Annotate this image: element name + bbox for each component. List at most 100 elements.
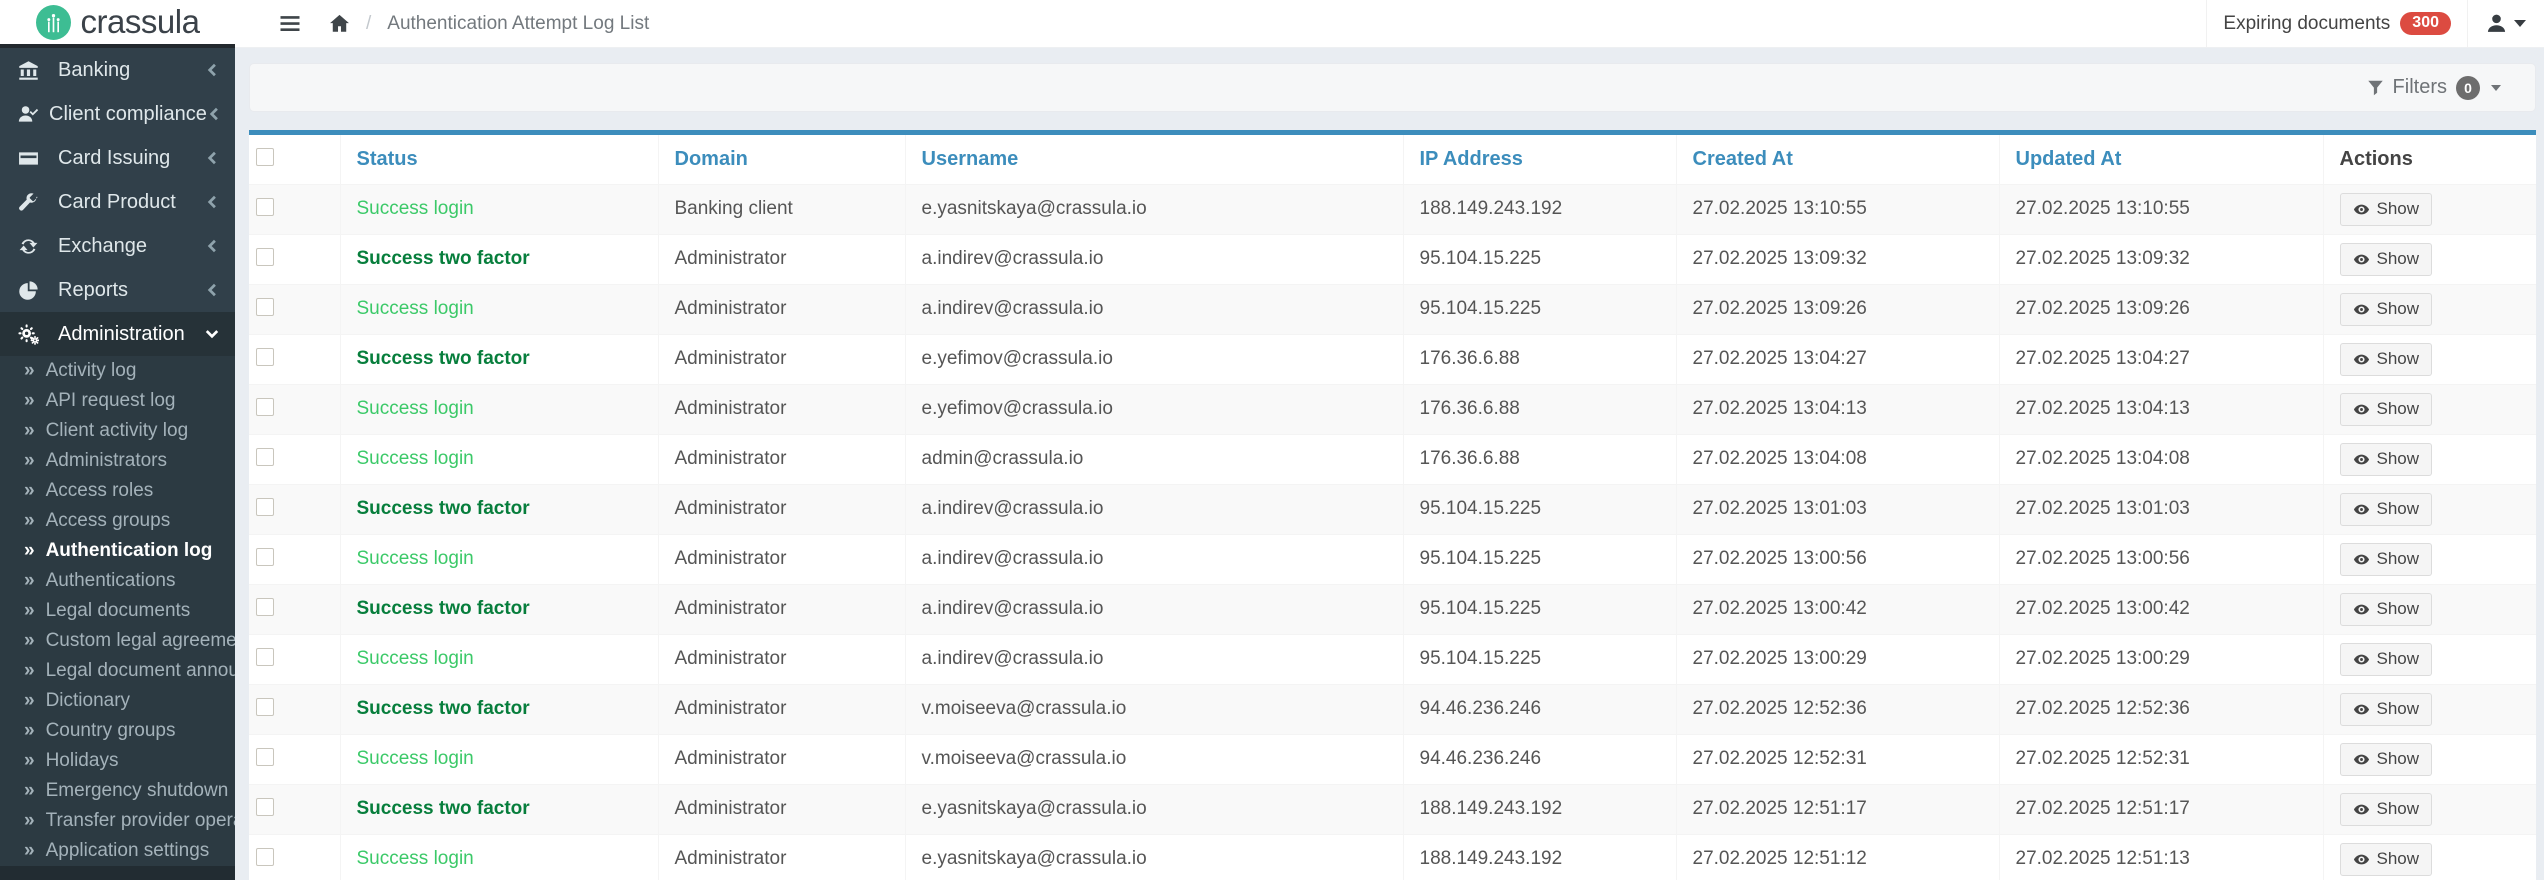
sidebar-subitem-holidays[interactable]: »Holidays	[0, 746, 235, 776]
row-checkbox[interactable]	[256, 848, 274, 866]
sidebar-subitem-administrators[interactable]: »Administrators	[0, 446, 235, 476]
eye-icon	[2353, 601, 2370, 618]
sidebar-subitem-access-groups[interactable]: »Access groups	[0, 506, 235, 536]
sidebar-subitem-access-roles[interactable]: »Access roles	[0, 476, 235, 506]
updated-at-cell: 27.02.2025 12:52:36	[1999, 685, 2323, 735]
ip-address-cell: 176.36.6.88	[1403, 385, 1676, 435]
ip-address-cell: 95.104.15.225	[1403, 285, 1676, 335]
column-header-ip-address[interactable]: IP Address	[1420, 148, 1523, 170]
column-header-updated-at[interactable]: Updated At	[2016, 148, 2122, 170]
sidebar-subitem-legal-document-announcements[interactable]: »Legal document announcements	[0, 656, 235, 686]
column-header-created-at[interactable]: Created At	[1693, 148, 1793, 170]
top-header: crassula / Authentication Attempt Log Li…	[0, 0, 2544, 48]
home-icon[interactable]	[329, 13, 350, 34]
sidebar-subitem-emergency-shutdown[interactable]: »Emergency shutdown	[0, 776, 235, 806]
user-menu[interactable]	[2467, 0, 2544, 47]
row-checkbox[interactable]	[256, 798, 274, 816]
updated-at-cell: 27.02.2025 13:04:27	[1999, 335, 2323, 385]
sidebar-item-card-product[interactable]: Card Product	[0, 180, 235, 224]
username-cell: a.indirev@crassula.io	[905, 235, 1403, 285]
table-row: Success loginAdministratoradmin@crassula…	[249, 435, 2536, 485]
show-button[interactable]: Show	[2340, 743, 2433, 776]
show-button[interactable]: Show	[2340, 793, 2433, 826]
sidebar-subitem-legal-documents[interactable]: »Legal documents	[0, 596, 235, 626]
updated-at-cell: 27.02.2025 13:04:13	[1999, 385, 2323, 435]
sidebar-item-card-issuing[interactable]: Card Issuing	[0, 136, 235, 180]
show-button-label: Show	[2377, 749, 2420, 769]
show-button[interactable]: Show	[2340, 643, 2433, 676]
crassula-logo-icon	[36, 5, 71, 40]
logo[interactable]: crassula	[0, 0, 235, 48]
sidebar-item-label: Banking	[58, 59, 130, 82]
created-at-cell: 27.02.2025 13:00:42	[1676, 585, 1999, 635]
sidebar-subitem-api-request-log[interactable]: »API request log	[0, 386, 235, 416]
row-checkbox[interactable]	[256, 498, 274, 516]
double-chevron-icon: »	[24, 720, 35, 742]
chevron-left-icon	[205, 239, 219, 253]
expiring-documents-label: Expiring documents	[2223, 13, 2390, 35]
expiring-documents-count-badge: 300	[2400, 12, 2451, 35]
eye-icon	[2353, 351, 2370, 368]
table-row: Success two factorAdministratora.indirev…	[249, 485, 2536, 535]
sidebar-item-banking[interactable]: Banking	[0, 48, 235, 92]
sidebar-clipped-item	[0, 866, 235, 880]
sidebar-subitem-label: Authentication log	[46, 540, 213, 562]
ip-address-cell: 176.36.6.88	[1403, 335, 1676, 385]
row-checkbox[interactable]	[256, 198, 274, 216]
row-checkbox[interactable]	[256, 598, 274, 616]
sidebar-subitem-authentications[interactable]: »Authentications	[0, 566, 235, 596]
show-button[interactable]: Show	[2340, 843, 2433, 876]
sidebar-subitem-application-settings[interactable]: »Application settings	[0, 836, 235, 866]
row-checkbox[interactable]	[256, 648, 274, 666]
double-chevron-icon: »	[24, 810, 35, 832]
auth-log-table-card: Status Domain Username IP Address Created At…	[249, 130, 2536, 880]
row-checkbox[interactable]	[256, 248, 274, 266]
row-checkbox[interactable]	[256, 298, 274, 316]
show-button[interactable]: Show	[2340, 393, 2433, 426]
show-button[interactable]: Show	[2340, 693, 2433, 726]
sidebar-item-client-compliance[interactable]: Client compliance	[0, 92, 235, 136]
pie-chart-icon	[18, 280, 48, 301]
show-button[interactable]: Show	[2340, 443, 2433, 476]
show-button[interactable]: Show	[2340, 593, 2433, 626]
show-button[interactable]: Show	[2340, 543, 2433, 576]
column-header-status[interactable]: Status	[357, 148, 418, 170]
table-row: Success two factorAdministratore.yasnits…	[249, 785, 2536, 835]
username-cell: admin@crassula.io	[905, 435, 1403, 485]
sidebar-subitem-transfer-provider-operational-tim[interactable]: »Transfer provider operational tim	[0, 806, 235, 836]
column-header-username[interactable]: Username	[922, 148, 1019, 170]
sidebar-subitem-authentication-log[interactable]: »Authentication log	[0, 536, 235, 566]
show-button-label: Show	[2377, 399, 2420, 419]
domain-cell: Administrator	[658, 235, 905, 285]
row-checkbox[interactable]	[256, 448, 274, 466]
filters-button[interactable]: Filters 0	[2367, 76, 2501, 100]
show-button-label: Show	[2377, 299, 2420, 319]
row-checkbox[interactable]	[256, 398, 274, 416]
show-button[interactable]: Show	[2340, 243, 2433, 276]
select-all-checkbox[interactable]	[256, 148, 274, 166]
sidebar-subitem-country-groups[interactable]: » Country groups	[0, 716, 235, 746]
sidebar-subitem-custom-legal-agreements[interactable]: »Custom legal agreements	[0, 626, 235, 656]
show-button[interactable]: Show	[2340, 343, 2433, 376]
sidebar-subitem-dictionary[interactable]: »Dictionary	[0, 686, 235, 716]
show-button[interactable]: Show	[2340, 193, 2433, 226]
expiring-documents-link[interactable]: Expiring documents 300	[2206, 0, 2467, 47]
sidebar-subitem-label: Dictionary	[46, 690, 130, 712]
logo-text: crassula	[81, 3, 200, 41]
row-checkbox[interactable]	[256, 348, 274, 366]
sidebar-toggle-button[interactable]	[279, 14, 301, 33]
row-checkbox[interactable]	[256, 548, 274, 566]
row-checkbox[interactable]	[256, 748, 274, 766]
domain-cell: Administrator	[658, 835, 905, 880]
row-checkbox[interactable]	[256, 698, 274, 716]
sidebar-item-reports[interactable]: Reports	[0, 268, 235, 312]
column-header-domain[interactable]: Domain	[675, 148, 748, 170]
sidebar-subitem-label: Country groups	[46, 720, 176, 742]
sidebar-item-administration[interactable]: Administration	[0, 312, 235, 356]
double-chevron-icon: »	[24, 420, 35, 442]
sidebar-item-exchange[interactable]: Exchange	[0, 224, 235, 268]
show-button[interactable]: Show	[2340, 293, 2433, 326]
sidebar-subitem-client-activity-log[interactable]: »Client activity log	[0, 416, 235, 446]
show-button[interactable]: Show	[2340, 493, 2433, 526]
sidebar-subitem-activity-log[interactable]: »Activity log	[0, 356, 235, 386]
